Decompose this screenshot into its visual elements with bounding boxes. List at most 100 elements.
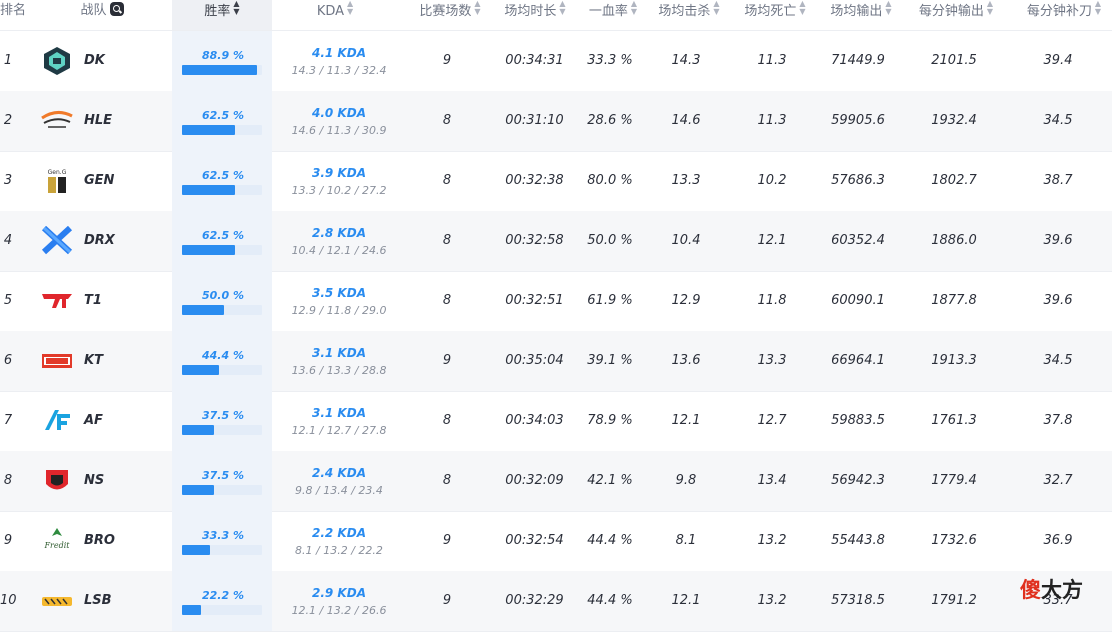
header-deaths[interactable]: 场均死亡▲ ▼: [737, 0, 813, 30]
kda-cell: 3.1 KDA 13.6 / 13.3 / 28.8: [280, 331, 398, 391]
header-kills[interactable]: 场均击杀▲ ▼: [651, 0, 727, 30]
winrate-bar: [182, 245, 262, 255]
winrate-value: 22.2 %: [202, 589, 244, 602]
first-blood-rate: 33.3 %: [587, 53, 633, 68]
avg-duration: 00:31:10: [505, 113, 564, 128]
kda-cell: 2.4 KDA 9.8 / 13.4 / 23.4: [280, 451, 398, 511]
winrate-bar: [182, 545, 262, 555]
table-row[interactable]: 4 DRX 62.5 % 2.8 KDA 10.4 / 12.1 / 24.6 8 00:3…: [0, 211, 1112, 272]
header-team[interactable]: 战队: [72, 0, 132, 30]
table-row[interactable]: 10 LSB 22.2 % 2.9 KDA 12.1 / 13.2 / 26.6 9 00:…: [0, 571, 1112, 632]
header-cspm[interactable]: 每分钟补刀▲ ▼: [1016, 0, 1112, 30]
team-name[interactable]: AF: [84, 391, 144, 451]
header-rank: 排名: [0, 3, 27, 18]
damage-per-minute: 1877.8: [931, 293, 977, 308]
team-name[interactable]: GEN: [84, 151, 144, 211]
damage-per-minute: 1886.0: [931, 233, 977, 248]
games-played: 8: [442, 473, 452, 488]
damage-per-minute: 1732.6: [931, 533, 977, 548]
winrate-value: 33.3 %: [202, 529, 244, 542]
first-blood-rate: 50.0 %: [587, 233, 633, 248]
team-logo: [40, 406, 74, 436]
cs-per-minute: 32.7: [1043, 473, 1073, 488]
avg-damage: 60352.4: [831, 233, 885, 248]
kda-cell: 4.1 KDA 14.3 / 11.3 / 32.4: [280, 31, 398, 91]
kda-cell: 3.9 KDA 13.3 / 10.2 / 27.2: [280, 151, 398, 211]
table-row[interactable]: 3 Gen.G GEN 62.5 % 3.9 KDA 13.3 / 10.2 / 27.2…: [0, 151, 1112, 212]
avg-duration: 00:32:54: [505, 533, 564, 548]
first-blood-rate: 44.4 %: [587, 533, 633, 548]
kda-cell: 3.1 KDA 12.1 / 12.7 / 27.8: [280, 391, 398, 451]
kda-value: 3.1 KDA: [312, 406, 366, 420]
winrate-bar-fill: [182, 125, 235, 135]
team-name[interactable]: BRO: [84, 511, 144, 571]
search-icon[interactable]: [109, 2, 124, 16]
team-name[interactable]: NS: [84, 451, 144, 511]
kda-cell: 4.0 KDA 14.6 / 11.3 / 30.9: [280, 91, 398, 151]
games-played: 8: [442, 293, 452, 308]
winrate-cell: 88.9 %: [182, 31, 264, 91]
table-row[interactable]: 9 Fredit BRO 33.3 % 2.2 KDA 8.1 / 13.2 / 22.2…: [0, 511, 1112, 572]
games-played: 8: [442, 113, 452, 128]
winrate-bar: [182, 425, 262, 435]
team-name[interactable]: HLE: [84, 91, 144, 151]
winrate-value: 44.4 %: [202, 349, 244, 362]
avg-kills: 13.6: [671, 353, 701, 368]
cs-per-minute: 38.7: [1043, 173, 1073, 188]
kda-value: 3.9 KDA: [312, 166, 366, 180]
header-games[interactable]: 比赛场数▲ ▼: [412, 0, 488, 30]
header-duration[interactable]: 场均时长▲ ▼: [497, 0, 573, 30]
header-winrate[interactable]: 胜率▲ ▼: [172, 0, 272, 30]
first-blood-rate: 39.1 %: [587, 353, 633, 368]
rank: 8: [3, 473, 13, 488]
kda-detail: 12.1 / 13.2 / 26.6: [291, 604, 387, 617]
table-row[interactable]: 6 KT 44.4 % 3.1 KDA 13.6 / 13.3 / 28.8 9 00:35…: [0, 331, 1112, 392]
winrate-value: 37.5 %: [202, 469, 244, 482]
team-name[interactable]: KT: [84, 331, 144, 391]
avg-kills: 12.1: [671, 413, 701, 428]
header-dpm[interactable]: 每分钟输出▲ ▼: [910, 0, 1002, 30]
kda-detail: 10.4 / 12.1 / 24.6: [291, 244, 387, 257]
team-name[interactable]: LSB: [84, 571, 144, 631]
table-row[interactable]: 5 T1 50.0 % 3.5 KDA 12.9 / 11.8 / 29.0 8 00:32…: [0, 271, 1112, 332]
sort-arrows-icon: ▲ ▼: [986, 0, 994, 16]
damage-per-minute: 1932.4: [931, 113, 977, 128]
winrate-value: 62.5 %: [202, 109, 244, 122]
kda-value: 2.8 KDA: [312, 226, 366, 240]
avg-kills: 9.8: [675, 473, 697, 488]
winrate-bar-fill: [182, 305, 224, 315]
team-logo: [40, 106, 74, 136]
header-damage[interactable]: 场均输出▲ ▼: [823, 0, 899, 30]
avg-duration: 00:32:58: [505, 233, 564, 248]
header-kda[interactable]: KDA▲ ▼: [300, 0, 370, 30]
team-name[interactable]: DRX: [84, 211, 144, 271]
sort-arrows-icon: ▲ ▼: [559, 0, 566, 16]
team-name[interactable]: T1: [84, 271, 144, 331]
winrate-bar-fill: [182, 185, 235, 195]
table-row[interactable]: 2 HLE 62.5 % 4.0 KDA 14.6 / 11.3 / 30.9 8 00:3…: [0, 91, 1112, 152]
table-row[interactable]: 1 DK 88.9 % 4.1 KDA 14.3 / 11.3 / 32.4 9 00:34…: [0, 31, 1112, 92]
winrate-bar: [182, 365, 262, 375]
team-name[interactable]: DK: [84, 31, 144, 91]
sort-arrows-icon: ▲ ▼: [233, 0, 240, 16]
avg-deaths: 13.2: [757, 593, 787, 608]
table-header: 排名 战队 胜率▲ ▼ KDA▲ ▼ 比赛场数▲ ▼ 场均时长▲ ▼ 一血率▲ ▼ 场均击…: [0, 0, 1112, 31]
winrate-bar-fill: [182, 425, 214, 435]
winrate-cell: 37.5 %: [182, 451, 264, 511]
games-played: 9: [442, 533, 452, 548]
table-row[interactable]: 7 AF 37.5 % 3.1 KDA 12.1 / 12.7 / 27.8 8 00:34…: [0, 391, 1112, 452]
avg-damage: 60090.1: [831, 293, 885, 308]
first-blood-rate: 61.9 %: [587, 293, 633, 308]
first-blood-rate: 42.1 %: [587, 473, 633, 488]
cs-per-minute: 34.5: [1043, 353, 1073, 368]
sort-arrows-icon: ▲ ▼: [885, 0, 892, 16]
kda-cell: 2.8 KDA 10.4 / 12.1 / 24.6: [280, 211, 398, 271]
table-row[interactable]: 8 NS 37.5 % 2.4 KDA 9.8 / 13.4 / 23.4 8 00:32:…: [0, 451, 1112, 512]
team-logo: [40, 586, 74, 616]
kda-value: 2.2 KDA: [312, 526, 366, 540]
rank: 1: [3, 53, 13, 68]
first-blood-rate: 44.4 %: [587, 593, 633, 608]
team-logo: [40, 346, 74, 376]
games-played: 8: [442, 173, 452, 188]
header-first-blood[interactable]: 一血率▲ ▼: [580, 0, 646, 30]
